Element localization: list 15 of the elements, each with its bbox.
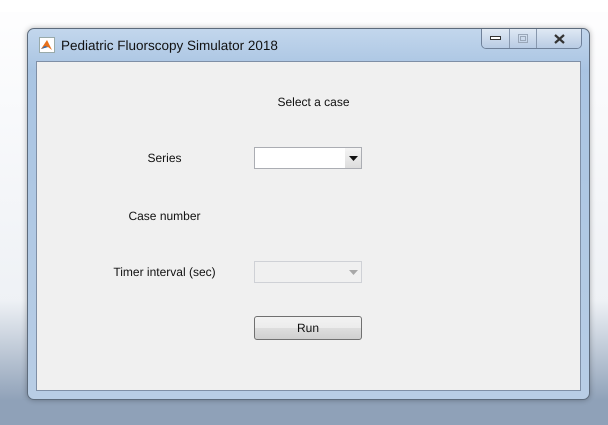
app-icon (39, 37, 55, 53)
dropdown-arrow-icon (348, 270, 358, 274)
window-title: Pediatric Fluorscopy Simulator 2018 (61, 38, 278, 52)
field-label: Case number (127, 209, 202, 223)
dropdown-arrow-icon (348, 156, 358, 160)
field-label: Series (146, 151, 182, 165)
field-label: Timer interval (sec) (112, 265, 217, 279)
close-icon (554, 34, 564, 44)
minimize-button[interactable] (482, 29, 510, 48)
heading: Select a case (277, 95, 350, 109)
minimize-icon (490, 36, 501, 41)
run-button[interactable]: Run (254, 316, 362, 340)
maximize-icon (518, 34, 528, 43)
dropdown-field[interactable] (254, 147, 362, 169)
close-button[interactable] (537, 29, 581, 48)
